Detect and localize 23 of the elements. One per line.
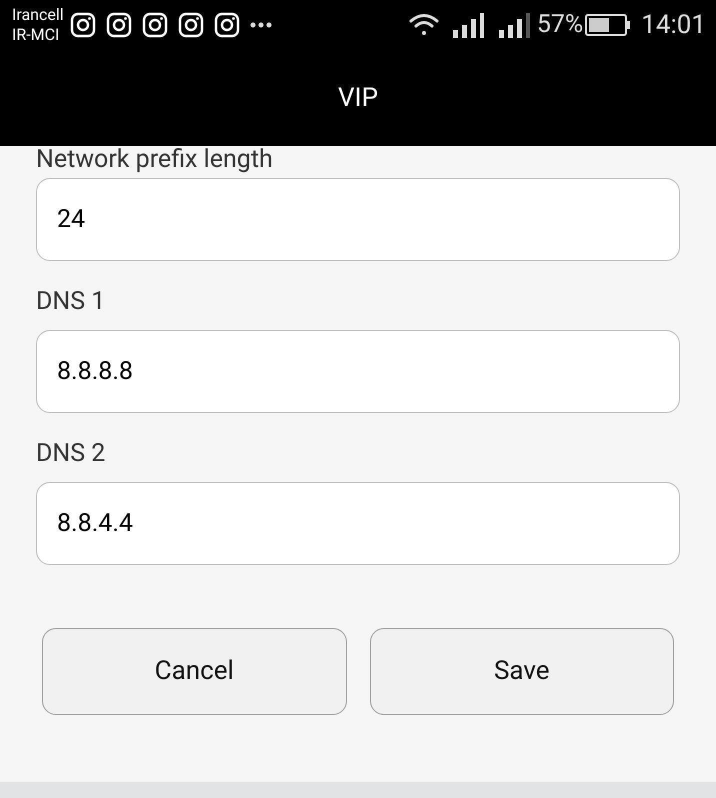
camera-app-icon xyxy=(214,12,240,38)
page-title: VIP xyxy=(338,82,378,114)
camera-app-icon xyxy=(142,12,168,38)
text-field[interactable]: 8.8.8.8 xyxy=(36,330,680,413)
wifi-icon xyxy=(408,13,439,37)
carrier-name: Irancell xyxy=(12,5,64,25)
clock: 14:01 xyxy=(641,8,706,42)
camera-app-icon xyxy=(106,12,132,38)
field-label: Network prefix length xyxy=(36,146,274,174)
field-label: DNS 1 xyxy=(36,287,106,317)
camera-app-icon xyxy=(70,12,96,38)
more-icon xyxy=(250,22,272,28)
text-field[interactable]: 24 xyxy=(36,178,680,261)
cancel-button[interactable]: Cancel xyxy=(42,628,346,715)
carrier-name: IR-MCI xyxy=(12,25,60,45)
signal-icon xyxy=(452,12,485,38)
signal-icon xyxy=(498,12,531,38)
save-button[interactable]: Save xyxy=(370,628,674,715)
battery-percent: 57% xyxy=(536,9,584,42)
field-label: DNS 2 xyxy=(36,439,106,469)
camera-app-icon xyxy=(178,12,204,38)
battery-icon xyxy=(585,14,632,36)
text-field[interactable]: 8.8.4.4 xyxy=(36,482,680,565)
